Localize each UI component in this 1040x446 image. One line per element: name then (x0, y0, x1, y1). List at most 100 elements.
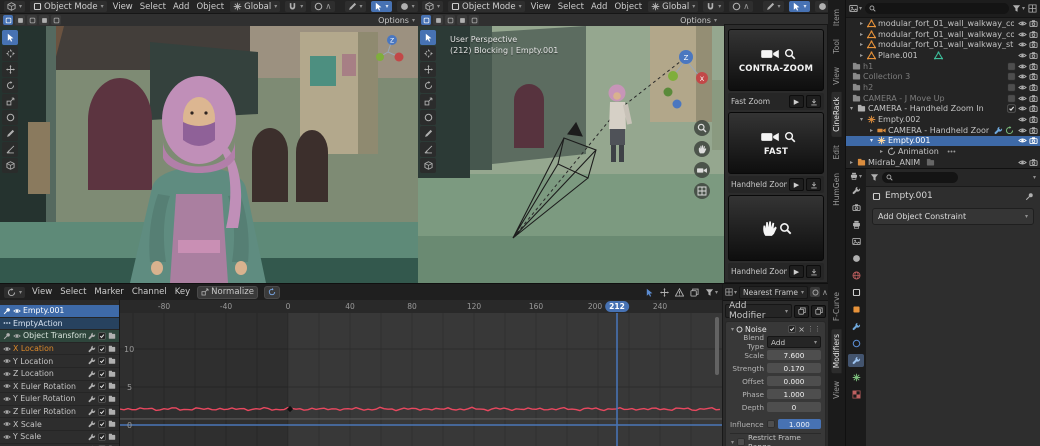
play-button[interactable]: ▶ (789, 265, 804, 278)
hide-eye-icon[interactable] (1018, 94, 1027, 103)
eye-icon[interactable] (3, 420, 11, 428)
tab-object[interactable] (848, 303, 864, 316)
lock-icon[interactable] (108, 345, 116, 353)
menu-object[interactable]: Object (613, 2, 643, 12)
eye-icon[interactable] (13, 332, 21, 340)
snap-menu-button[interactable]: ▾ (725, 288, 737, 296)
menu-key[interactable]: Key (174, 287, 191, 297)
options-button[interactable]: Options ▾ (378, 16, 415, 25)
channel-row-object[interactable]: Empty.001 (0, 305, 119, 318)
select-mode-subtract-icon[interactable] (445, 15, 455, 25)
paste-button[interactable] (811, 304, 826, 318)
select-mode-extend-icon[interactable] (15, 15, 25, 25)
exclude-checkbox[interactable] (1007, 83, 1016, 92)
mute-checkbox[interactable] (98, 332, 106, 340)
select-mode-invert-icon[interactable] (39, 15, 49, 25)
tab-tool[interactable]: Tool (832, 34, 842, 59)
modifier-icon[interactable] (88, 370, 96, 378)
tab-item[interactable]: Item (832, 4, 842, 31)
offset-field[interactable]: 0.000 (767, 376, 821, 386)
filter-icon[interactable] (870, 173, 879, 182)
proportional-editing-button[interactable]: ∧ (311, 1, 335, 12)
modifier-icon[interactable] (88, 420, 96, 428)
collapse-arrow[interactable]: ▾ (731, 439, 734, 446)
outliner-row[interactable]: h2 (846, 82, 1040, 93)
channel-row-fcurve[interactable]: Z Location (0, 367, 119, 381)
download-button[interactable] (806, 265, 821, 278)
measure-tool[interactable] (420, 142, 436, 157)
mute-checkbox[interactable] (98, 420, 106, 428)
menu-select[interactable]: Select (139, 2, 167, 12)
outliner-row[interactable]: ▸ Animation (846, 146, 1040, 157)
hide-eye-icon[interactable] (1018, 115, 1027, 124)
copy-icon[interactable] (690, 288, 699, 297)
select-mode-intersect-icon[interactable] (469, 15, 479, 25)
mode-select[interactable]: Object Mode ▾ (30, 1, 107, 12)
select-box-tool[interactable] (2, 30, 18, 45)
show-sliders-icon[interactable] (660, 288, 669, 297)
lock-icon[interactable] (108, 357, 116, 365)
render-camera-icon[interactable] (1029, 158, 1038, 167)
transform-orientation-select[interactable]: Global ▾ (230, 1, 281, 12)
mute-checkbox[interactable] (98, 370, 106, 378)
tab-output[interactable] (848, 218, 864, 231)
hide-eye-icon[interactable] (1018, 83, 1027, 92)
tab-world[interactable] (848, 269, 864, 282)
eye-icon[interactable] (3, 433, 11, 441)
properties-search-input[interactable] (882, 172, 958, 183)
gizmo-toggle[interactable]: ▾ (370, 1, 392, 12)
mute-checkbox[interactable] (98, 345, 106, 353)
pin-icon[interactable] (1025, 192, 1034, 201)
select-mode-invert-icon[interactable] (457, 15, 467, 25)
viewport1-canvas[interactable]: Z (0, 26, 418, 283)
tab-texture[interactable] (848, 388, 864, 401)
frame-ruler[interactable]: -80 -40 0 40 80 120 160 200 240 212 (120, 300, 722, 314)
falloff-icon[interactable]: ∧ (743, 2, 749, 12)
vertical-scrollbar[interactable] (715, 317, 719, 375)
move-tool[interactable] (420, 62, 436, 77)
editor-type-button[interactable]: ▾ (850, 172, 862, 180)
render-camera-icon[interactable] (1029, 30, 1038, 39)
select-mode-subtract-icon[interactable] (27, 15, 37, 25)
menu-marker[interactable]: Marker (93, 287, 124, 297)
eye-icon[interactable] (13, 307, 21, 315)
exclude-checkbox[interactable] (1007, 94, 1016, 103)
current-frame-badge[interactable]: 212 (605, 301, 629, 312)
tab-scene[interactable] (848, 252, 864, 265)
snapping-button[interactable]: ▾ (703, 1, 725, 12)
hide-eye-icon[interactable] (1018, 62, 1027, 71)
overlays-toggle[interactable]: ▾ (396, 1, 418, 12)
lock-icon[interactable] (108, 395, 116, 403)
mute-checkbox[interactable] (98, 357, 106, 365)
scale-tool[interactable] (2, 94, 18, 109)
extras-menu-icon[interactable]: ⋮⋮ (807, 325, 821, 333)
render-camera-icon[interactable] (1029, 51, 1038, 60)
play-button[interactable]: ▶ (789, 178, 804, 191)
render-camera-icon[interactable] (1029, 136, 1038, 145)
add-cube-tool[interactable] (420, 158, 436, 173)
annotate-tool[interactable] (420, 126, 436, 141)
modifier-icon[interactable] (88, 382, 96, 390)
hide-eye-icon[interactable] (1018, 158, 1027, 167)
hide-eye-icon[interactable] (1018, 51, 1027, 60)
exclude-checkbox[interactable] (1007, 104, 1016, 113)
download-button[interactable] (806, 178, 821, 191)
outliner-row[interactable]: h1 (846, 61, 1040, 72)
render-camera-icon[interactable] (1029, 40, 1038, 49)
outliner-row[interactable]: ▾ CAMERA - Handheld Zoom In (846, 104, 1040, 115)
tab-fcurve[interactable]: F-Curve (832, 287, 842, 326)
channel-row-fcurve[interactable]: X Euler Rotation (0, 380, 119, 394)
modifier-icon[interactable] (88, 395, 96, 403)
editor-type-button[interactable]: ▾ (849, 4, 862, 13)
select-box-tool[interactable] (420, 30, 436, 45)
eye-icon[interactable] (3, 345, 11, 353)
modifier-icon[interactable] (88, 332, 96, 340)
lock-icon[interactable] (108, 420, 116, 428)
restrict-checkbox[interactable] (737, 438, 745, 446)
transform-orientation-select[interactable]: Global ▾ (648, 1, 699, 12)
outliner-row[interactable]: ▸modular_fort_01_wall_walkway_corner_01 (846, 18, 1040, 29)
menu-add[interactable]: Add (172, 2, 190, 12)
outliner-row[interactable]: ▸ Plane.001 (846, 50, 1040, 61)
tab-view-layer[interactable] (848, 235, 864, 248)
channel-row-fcurve[interactable]: Y Scale (0, 430, 119, 444)
